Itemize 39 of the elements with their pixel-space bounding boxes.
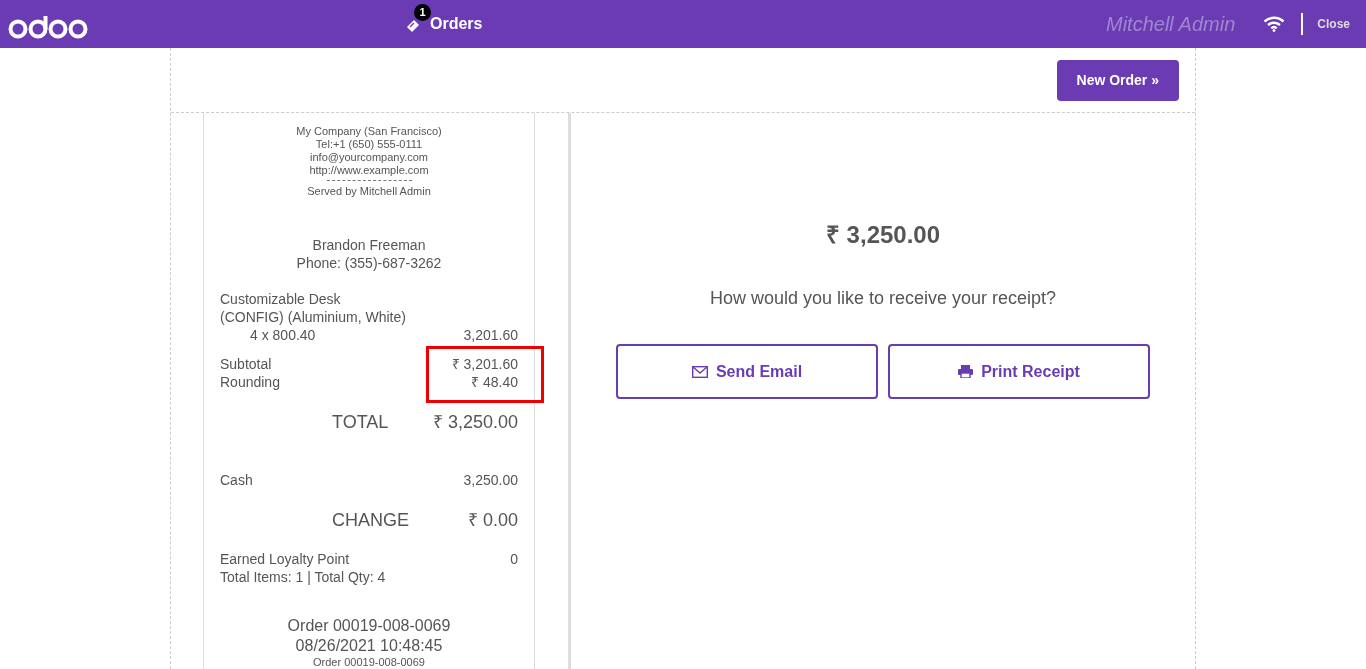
customer-info: Brandon Freeman: [311, 236, 427, 254]
quantity: 4 x 800.40: [250, 326, 316, 344]
product-name: Customizable Desk (CONFIG) (Aluminium, White): [220, 290, 407, 326]
company-info: http://www.example.com: [308, 164, 430, 177]
total-label: CHANGE: [332, 509, 409, 532]
orders-button[interactable]: 1 Orders: [406, 2, 483, 46]
order-number: Order 00019-008-0069: [312, 656, 426, 669]
summary-label: Rounding: [220, 373, 280, 391]
line-price: 3,201.60: [463, 326, 518, 344]
payment-method: Cash: [220, 471, 253, 490]
count-badge: 1: [414, 4, 431, 21]
order-reference: Order 00019-008-0069: [286, 616, 452, 636]
send-email-button[interactable]: Send Email: [616, 344, 878, 399]
company-info: info@yourcompany.com: [309, 151, 429, 164]
receipt-question: How would you like to receive your receipt?: [708, 287, 1058, 310]
total-label: TOTAL: [332, 411, 389, 434]
payment-amount: 3,250.00: [463, 471, 518, 490]
order-reference: 08/26/2021 10:48:45: [294, 636, 444, 656]
summary-value: ₹ 3,201.60: [451, 355, 518, 373]
summary-value: ₹ 48.40: [471, 373, 518, 391]
summary-label: Subtotal: [220, 355, 272, 373]
print-receipt-button[interactable]: Print Receipt: [888, 344, 1150, 399]
user-name: Mitchell Admin: [1106, 12, 1236, 37]
total-value: ₹ 3,250.00: [432, 411, 518, 434]
company-info: Tel:+1 (650) 555-0111: [314, 138, 424, 151]
loyalty-value: 0: [510, 550, 518, 568]
loyalty-label: Earned Loyalty Point: [220, 550, 350, 568]
item-counts: Total Items: 1 | Total Qty: 4: [220, 568, 387, 586]
total-value: ₹ 0.00: [467, 509, 518, 532]
total-amount: ₹ 3,250.00: [824, 220, 942, 250]
wifi-icon: [1263, 16, 1286, 32]
company-info: My Company (San Francisco): [295, 125, 443, 138]
printer-icon: [958, 365, 974, 378]
close-button[interactable]: Close: [1301, 13, 1350, 35]
served-by: Served by Mitchell Admin: [306, 185, 432, 198]
customer-info: Phone: (355)-687-3262: [295, 254, 443, 272]
envelope-icon: [691, 365, 708, 378]
ticket-icon: [406, 17, 420, 32]
new-order-button[interactable]: New Order »: [1056, 60, 1179, 101]
